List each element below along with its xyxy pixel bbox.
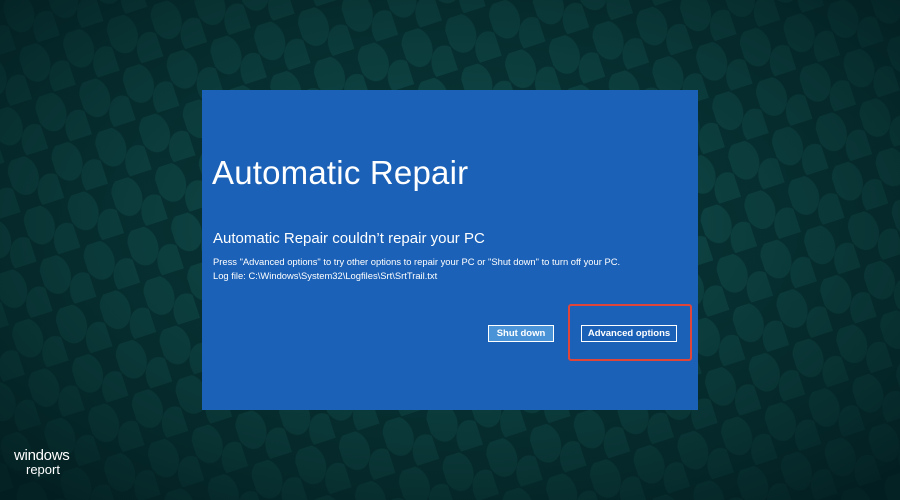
advanced-options-highlight <box>568 304 692 361</box>
dialog-title: Automatic Repair <box>212 154 469 191</box>
logo-line-report: report <box>26 462 60 477</box>
dialog-subtitle: Automatic Repair couldn’t repair your PC <box>213 230 485 247</box>
dialog-message-block: Press "Advanced options" to try other op… <box>213 255 620 283</box>
dialog-message: Press "Advanced options" to try other op… <box>213 256 621 267</box>
log-file-path: Log file: C:\Windows\System32\Logfiles\S… <box>213 270 438 281</box>
windows-report-logo: windows report <box>14 447 70 477</box>
automatic-repair-dialog: Automatic Repair Automatic Repair couldn… <box>202 90 698 410</box>
shut-down-button[interactable]: Shut down <box>488 325 554 342</box>
logo-line-windows: windows <box>14 447 70 464</box>
